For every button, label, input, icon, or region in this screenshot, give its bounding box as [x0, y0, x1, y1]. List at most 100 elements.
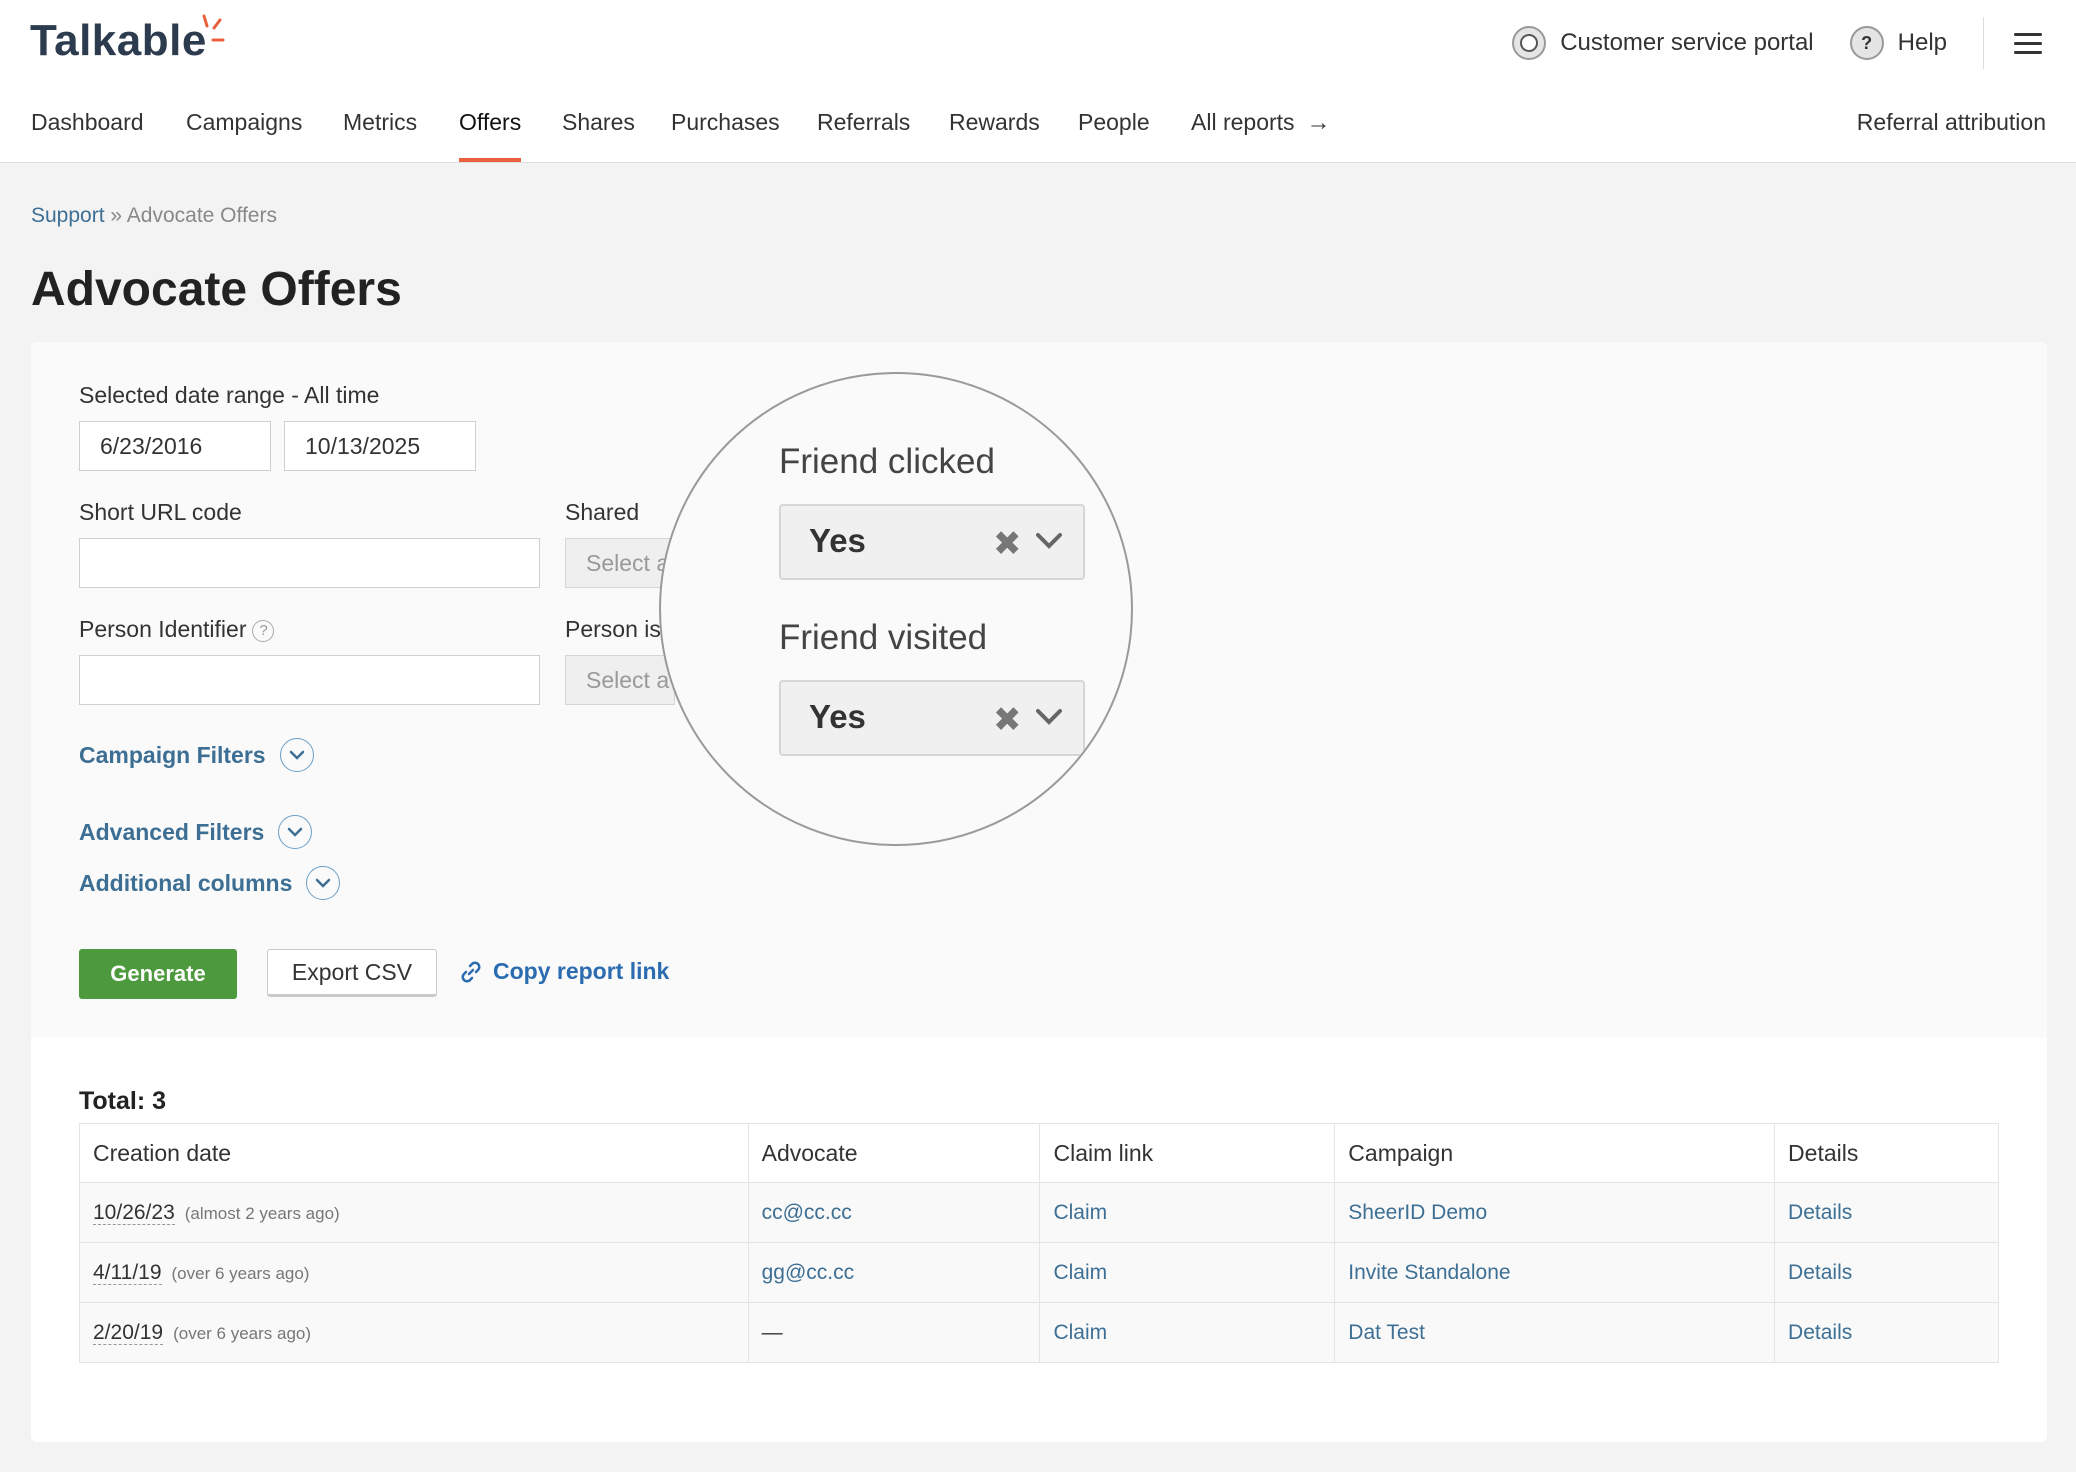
- chevron-down-icon: [278, 815, 313, 849]
- campaign-filters-label: Campaign Filters: [79, 741, 266, 768]
- table-row: 10/26/23 (almost 2 years ago) cc@cc.cc Cl…: [79, 1182, 1999, 1243]
- header-divider: [1983, 17, 1984, 69]
- column-header-campaign[interactable]: Campaign: [1334, 1123, 1776, 1183]
- help-circle-icon[interactable]: ?: [252, 620, 275, 642]
- short-url-input[interactable]: [79, 538, 540, 588]
- nav-purchases[interactable]: Purchases: [671, 86, 780, 162]
- shared-select[interactable]: Select a: [565, 538, 675, 588]
- details-link[interactable]: Details: [1788, 1261, 1852, 1284]
- creation-date: 4/11/19: [93, 1260, 162, 1285]
- table-row: 4/11/19 (over 6 years ago) gg@cc.cc Claim…: [79, 1242, 1999, 1303]
- campaign-link[interactable]: Invite Standalone: [1348, 1261, 1510, 1284]
- relative-time: (almost 2 years ago): [184, 1203, 340, 1223]
- claim-link[interactable]: Claim: [1053, 1321, 1107, 1344]
- report-card: Selected date range - All time 6/23/2016…: [31, 342, 2047, 1442]
- additional-columns-toggle[interactable]: Additional columns: [79, 866, 341, 900]
- chevron-down-icon[interactable]: [1035, 708, 1063, 726]
- person-is-select[interactable]: Select a: [565, 655, 675, 705]
- friend-visited-select[interactable]: Yes ✖: [779, 680, 1085, 756]
- column-header-creation-date[interactable]: Creation date: [79, 1123, 749, 1183]
- page-title: Advocate Offers: [31, 263, 402, 316]
- date-to-input[interactable]: 10/13/2025: [284, 421, 476, 471]
- advanced-filters-label: Advanced Filters: [79, 818, 265, 845]
- details-cell: Details: [1774, 1302, 1999, 1363]
- magnifier-overlay: Friend clicked Yes ✖ Friend visited Yes …: [659, 372, 1133, 846]
- main-nav: Dashboard Campaigns Metrics Offers Share…: [0, 86, 2076, 163]
- nav-referrals[interactable]: Referrals: [817, 86, 910, 162]
- chevron-down-icon: [306, 866, 341, 900]
- customer-service-portal-link[interactable]: Customer service portal: [1512, 26, 1814, 60]
- filters-panel: Selected date range - All time 6/23/2016…: [31, 342, 2047, 1038]
- details-cell: Details: [1774, 1182, 1999, 1243]
- advocate-cell: —: [747, 1302, 1041, 1363]
- nav-campaigns[interactable]: Campaigns: [186, 86, 302, 162]
- export-csv-button[interactable]: Export CSV: [267, 949, 437, 997]
- advocate-cell: gg@cc.cc: [747, 1242, 1041, 1303]
- logo-text: Talkable: [30, 16, 207, 65]
- copy-report-link[interactable]: Copy report link: [459, 958, 669, 985]
- claim-cell: Claim: [1039, 1242, 1336, 1303]
- nav-shares[interactable]: Shares: [562, 86, 635, 162]
- campaign-link[interactable]: SheerID Demo: [1348, 1201, 1487, 1224]
- creation-date: 2/20/19: [93, 1320, 164, 1345]
- nav-offers[interactable]: Offers: [459, 86, 522, 162]
- breadcrumb-support-link[interactable]: Support: [31, 204, 105, 227]
- advocate-link[interactable]: gg@cc.cc: [762, 1261, 855, 1284]
- claim-cell: Claim: [1039, 1302, 1336, 1363]
- creation-date: 10/26/23: [93, 1200, 175, 1225]
- chevron-down-icon[interactable]: [1035, 532, 1063, 550]
- results-total: Total: 3: [79, 1087, 167, 1115]
- campaign-filters-toggle[interactable]: Campaign Filters: [79, 738, 314, 772]
- person-identifier-label: Person Identifier: [79, 616, 247, 642]
- advocate-cell: cc@cc.cc: [747, 1182, 1041, 1243]
- details-link[interactable]: Details: [1788, 1201, 1852, 1224]
- nav-rewards[interactable]: Rewards: [949, 86, 1040, 162]
- arrow-right-icon: →: [1306, 109, 1331, 136]
- table-row: 2/20/19 (over 6 years ago) — Claim Dat Te…: [79, 1302, 1999, 1363]
- help-link[interactable]: ? Help: [1849, 26, 1947, 60]
- column-header-advocate[interactable]: Advocate: [747, 1123, 1041, 1183]
- creation-date-cell: 10/26/23 (almost 2 years ago): [79, 1182, 749, 1243]
- question-icon: ?: [1849, 26, 1884, 60]
- nav-all-reports[interactable]: All reports →: [1191, 86, 1331, 162]
- relative-time: (over 6 years ago): [171, 1263, 310, 1283]
- table-header-row: Creation date Advocate Claim link Campai…: [79, 1123, 1999, 1183]
- friend-clicked-label: Friend clicked: [779, 442, 995, 481]
- results-table: Creation date Advocate Claim link Campai…: [79, 1123, 1999, 1363]
- date-from-input[interactable]: 6/23/2016: [79, 421, 271, 471]
- friend-clicked-value: Yes: [809, 522, 866, 559]
- claim-link[interactable]: Claim: [1053, 1261, 1107, 1284]
- advocate-link[interactable]: cc@cc.cc: [762, 1201, 852, 1224]
- campaign-link[interactable]: Dat Test: [1348, 1321, 1425, 1344]
- creation-date-cell: 4/11/19 (over 6 years ago): [79, 1242, 749, 1303]
- hamburger-menu-icon[interactable]: [2014, 27, 2042, 60]
- nav-people[interactable]: People: [1078, 86, 1150, 162]
- clear-icon[interactable]: ✖: [993, 524, 1022, 564]
- talkable-logo[interactable]: Talkable: [30, 14, 225, 66]
- friend-visited-value: Yes: [809, 698, 866, 735]
- portal-icon: [1512, 26, 1547, 60]
- date-range-label: Selected date range - All time: [79, 382, 380, 408]
- breadcrumb-current: Advocate Offers: [126, 204, 277, 227]
- nav-metrics[interactable]: Metrics: [343, 86, 417, 162]
- column-header-details[interactable]: Details: [1774, 1123, 1999, 1183]
- advanced-filters-toggle[interactable]: Advanced Filters: [79, 815, 313, 849]
- shared-label: Shared: [565, 499, 640, 525]
- friend-clicked-select[interactable]: Yes ✖: [779, 504, 1085, 580]
- link-icon: [461, 961, 481, 982]
- nav-referral-attribution[interactable]: Referral attribution: [1857, 86, 2046, 162]
- person-identifier-input[interactable]: [79, 655, 540, 705]
- copy-report-link-label: Copy report link: [493, 958, 670, 984]
- campaign-cell: SheerID Demo: [1334, 1182, 1776, 1243]
- details-link[interactable]: Details: [1788, 1321, 1852, 1344]
- chevron-down-icon: [279, 738, 314, 772]
- clear-icon[interactable]: ✖: [993, 700, 1022, 740]
- campaign-cell: Invite Standalone: [1334, 1242, 1776, 1303]
- nav-dashboard[interactable]: Dashboard: [31, 86, 144, 162]
- breadcrumb-separator: »: [110, 204, 123, 227]
- top-header: Talkable Customer service portal ? Help: [0, 0, 2076, 87]
- claim-link[interactable]: Claim: [1053, 1201, 1107, 1224]
- generate-button[interactable]: Generate: [79, 949, 237, 999]
- short-url-label: Short URL code: [79, 499, 242, 525]
- column-header-claim-link[interactable]: Claim link: [1039, 1123, 1336, 1183]
